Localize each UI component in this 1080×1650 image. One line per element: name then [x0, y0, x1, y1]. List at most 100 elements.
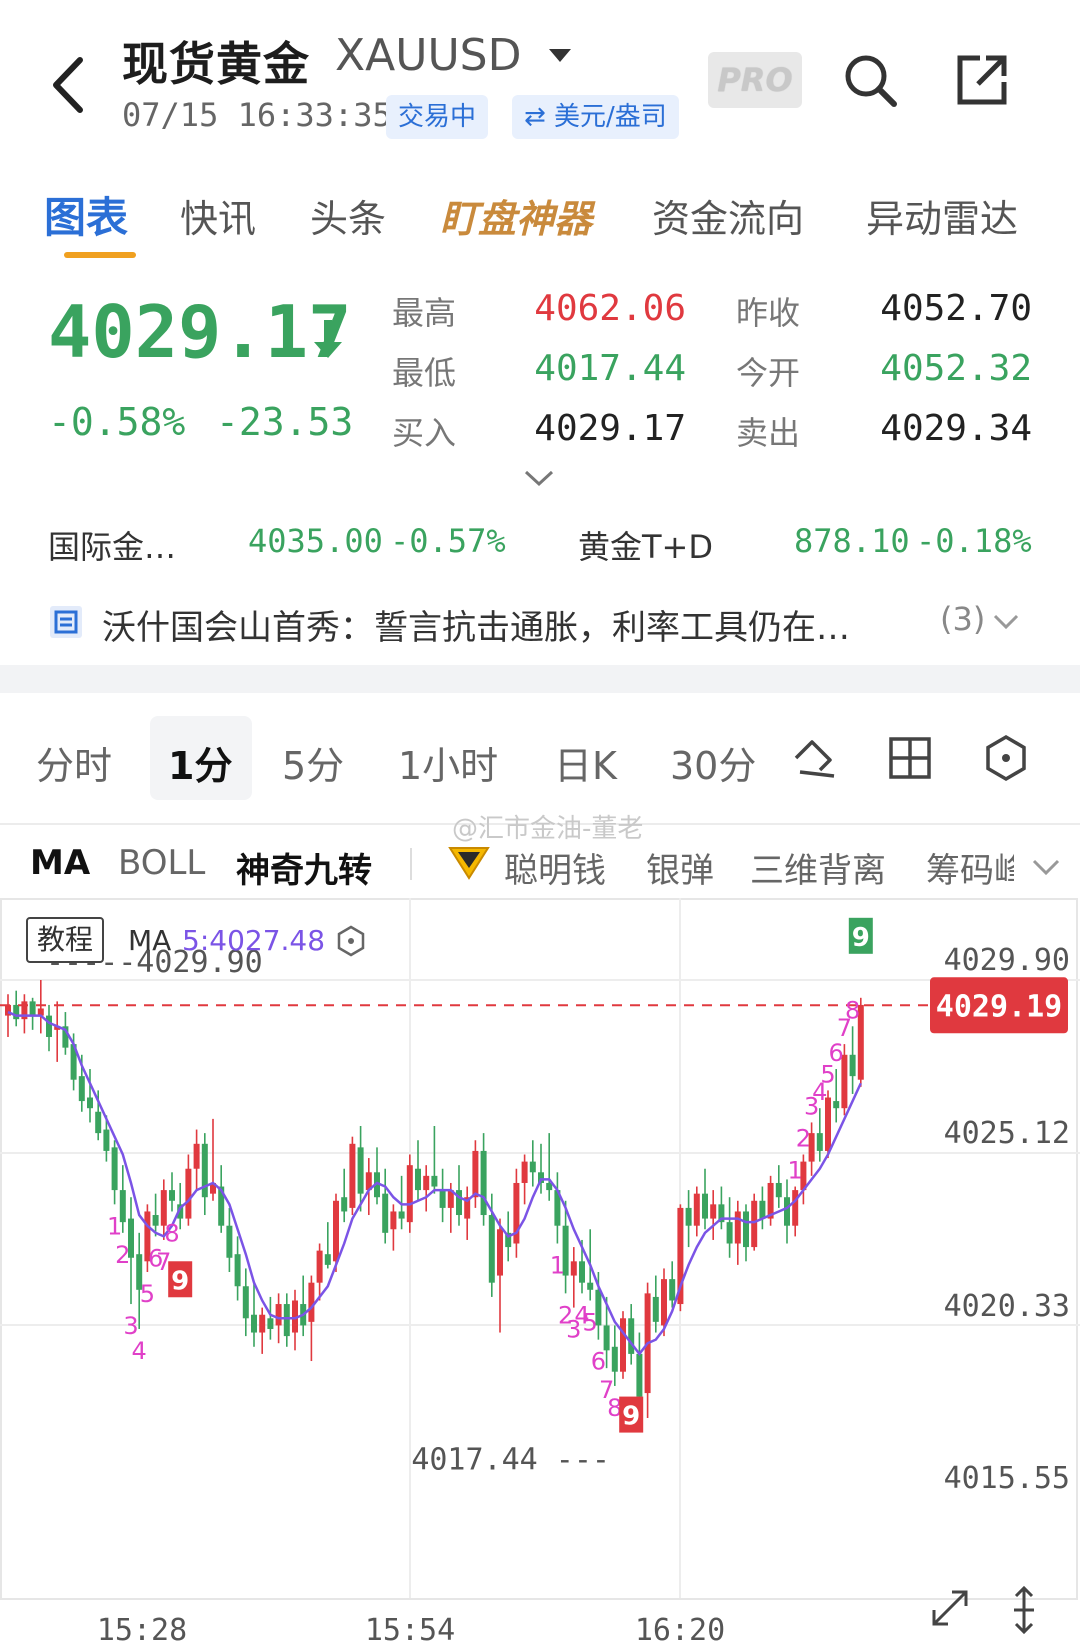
news-count: (3): [940, 600, 986, 638]
separator: [410, 848, 412, 880]
candle-body: [185, 1168, 192, 1219]
x-tick-label: 16:20: [635, 1613, 725, 1648]
candle-body: [169, 1190, 175, 1201]
ask-value: 4029.34: [880, 408, 1032, 449]
candle-body: [472, 1150, 479, 1198]
back-arrow-icon[interactable]: [40, 50, 100, 120]
period-tab-timeshare[interactable]: 分时: [36, 735, 112, 790]
tab-headlines[interactable]: 头条: [310, 188, 386, 243]
indicator-tab-td9[interactable]: 神奇九转: [236, 843, 372, 892]
candle-body: [759, 1200, 766, 1219]
candle-body: [620, 1318, 626, 1372]
caret-down-icon[interactable]: [545, 40, 575, 70]
candle-body: [849, 1054, 856, 1077]
candlestick-chart[interactable]: 4029.904025.124020.334015.5515:28 15:54 16…: [0, 898, 1080, 1650]
candle-body: [398, 1211, 405, 1219]
change-amount: -23.53: [216, 400, 354, 444]
ma-settings-icon[interactable]: [334, 924, 368, 958]
period-tab-1min[interactable]: 1分: [168, 735, 232, 790]
candle-body: [267, 1318, 274, 1329]
indicator-tab-boll[interactable]: BOLL: [118, 843, 205, 883]
candle-body: [603, 1325, 610, 1351]
indicator-tab-3d-divergence[interactable]: 三维背离: [750, 843, 886, 892]
high-value: 4062.06: [534, 288, 686, 329]
candle-body: [833, 1101, 840, 1109]
diamond-icon: [448, 847, 490, 880]
related-change-intl-gold: -0.57%: [390, 522, 506, 560]
indicator-tab-smart-money[interactable]: 聪明钱: [504, 843, 606, 892]
period-tab-30min[interactable]: 30分: [670, 735, 756, 790]
candle-body: [415, 1168, 421, 1191]
chevron-down-icon[interactable]: [992, 612, 1020, 632]
y-tick-label: 4029.90: [944, 943, 1070, 978]
share-icon[interactable]: [952, 50, 1012, 110]
vertical-scale-icon[interactable]: [1014, 1585, 1034, 1635]
ask-label: 卖出: [736, 414, 801, 452]
period-tab-daily[interactable]: 日K: [554, 735, 617, 790]
current-price-label: 4029.19: [936, 989, 1062, 1024]
candle-body: [87, 1097, 93, 1109]
indicator-tab-ma[interactable]: MA: [30, 843, 90, 883]
tab-chart[interactable]: 图表: [44, 184, 128, 245]
td-count-label: 1: [107, 1212, 122, 1240]
bid-value: 4029.17: [534, 408, 686, 449]
search-icon[interactable]: [840, 50, 900, 110]
td-count-label: 5: [583, 1308, 598, 1336]
candle-body: [480, 1150, 487, 1216]
candle-body: [792, 1190, 799, 1226]
currency-unit-badge[interactable]: ⇄ 美元/盎司: [512, 95, 679, 139]
period-tab-5min[interactable]: 5分: [282, 735, 344, 790]
ma-legend-label: MA: [128, 924, 172, 957]
related-name-gold-td[interactable]: 黄金T+D: [578, 522, 713, 568]
candle-body: [111, 1147, 118, 1191]
td-count-label: 6: [829, 1039, 844, 1067]
candle-body: [488, 1215, 495, 1283]
candle-body: [251, 1314, 257, 1333]
page-title: 现货黄金: [122, 37, 310, 91]
chevron-down-icon[interactable]: [1030, 856, 1062, 878]
candle-body: [693, 1193, 700, 1226]
symbol-selector[interactable]: XAUUSD: [335, 30, 521, 81]
arrow-down-icon: [314, 320, 342, 358]
candle-body: [751, 1200, 758, 1248]
candle-body: [333, 1200, 339, 1262]
chevron-down-icon[interactable]: [522, 466, 556, 490]
open-value: 4052.32: [880, 348, 1032, 389]
candle-body: [259, 1314, 266, 1333]
settings-hex-icon[interactable]: [982, 734, 1030, 782]
low-label: 最低: [392, 354, 457, 392]
pro-button[interactable]: PRO: [708, 52, 802, 108]
draw-tool-icon[interactable]: [790, 730, 840, 780]
candle-body: [242, 1286, 249, 1319]
candle-body: [308, 1282, 315, 1322]
candle-body: [579, 1261, 585, 1283]
candle-body: [349, 1143, 356, 1208]
related-name-intl-gold[interactable]: 国际金…: [48, 522, 176, 568]
td-count-label: 5: [140, 1280, 155, 1308]
tab-fund-flow[interactable]: 资金流向: [652, 188, 804, 243]
candle-body: [726, 1222, 733, 1244]
candle-body: [283, 1304, 290, 1337]
tutorial-button[interactable]: 教程: [26, 917, 104, 963]
indicator-tab-chip-peak[interactable]: 筹码峰: [926, 843, 1014, 892]
candle-body: [193, 1143, 200, 1169]
layout-grid-icon[interactable]: [888, 736, 932, 780]
candle-body: [406, 1165, 413, 1223]
candle-body: [710, 1204, 717, 1219]
tab-watch-tool[interactable]: 盯盘神器: [440, 188, 592, 243]
fullscreen-icon[interactable]: [932, 1590, 968, 1626]
td-count-label: 4: [132, 1337, 147, 1365]
candle-body: [78, 1076, 85, 1102]
candle-body: [734, 1211, 741, 1244]
candle-body: [669, 1279, 676, 1301]
news-headline[interactable]: 沃什国会山首秀：誓言抗击通胀，利率工具仍在…: [102, 600, 912, 649]
prev-close-value: 4052.70: [880, 288, 1032, 329]
tab-anomaly-radar[interactable]: 异动雷达: [866, 188, 1018, 243]
period-tab-1hour[interactable]: 1小时: [398, 735, 498, 790]
candle-body: [357, 1147, 364, 1194]
ma-legend-value: 5:4027.48: [182, 924, 326, 957]
indicator-tab-silver-bullet[interactable]: 银弹: [646, 843, 714, 892]
candle-body: [497, 1229, 503, 1276]
candle-body: [587, 1282, 594, 1290]
tab-flash-news[interactable]: 快讯: [180, 188, 256, 243]
